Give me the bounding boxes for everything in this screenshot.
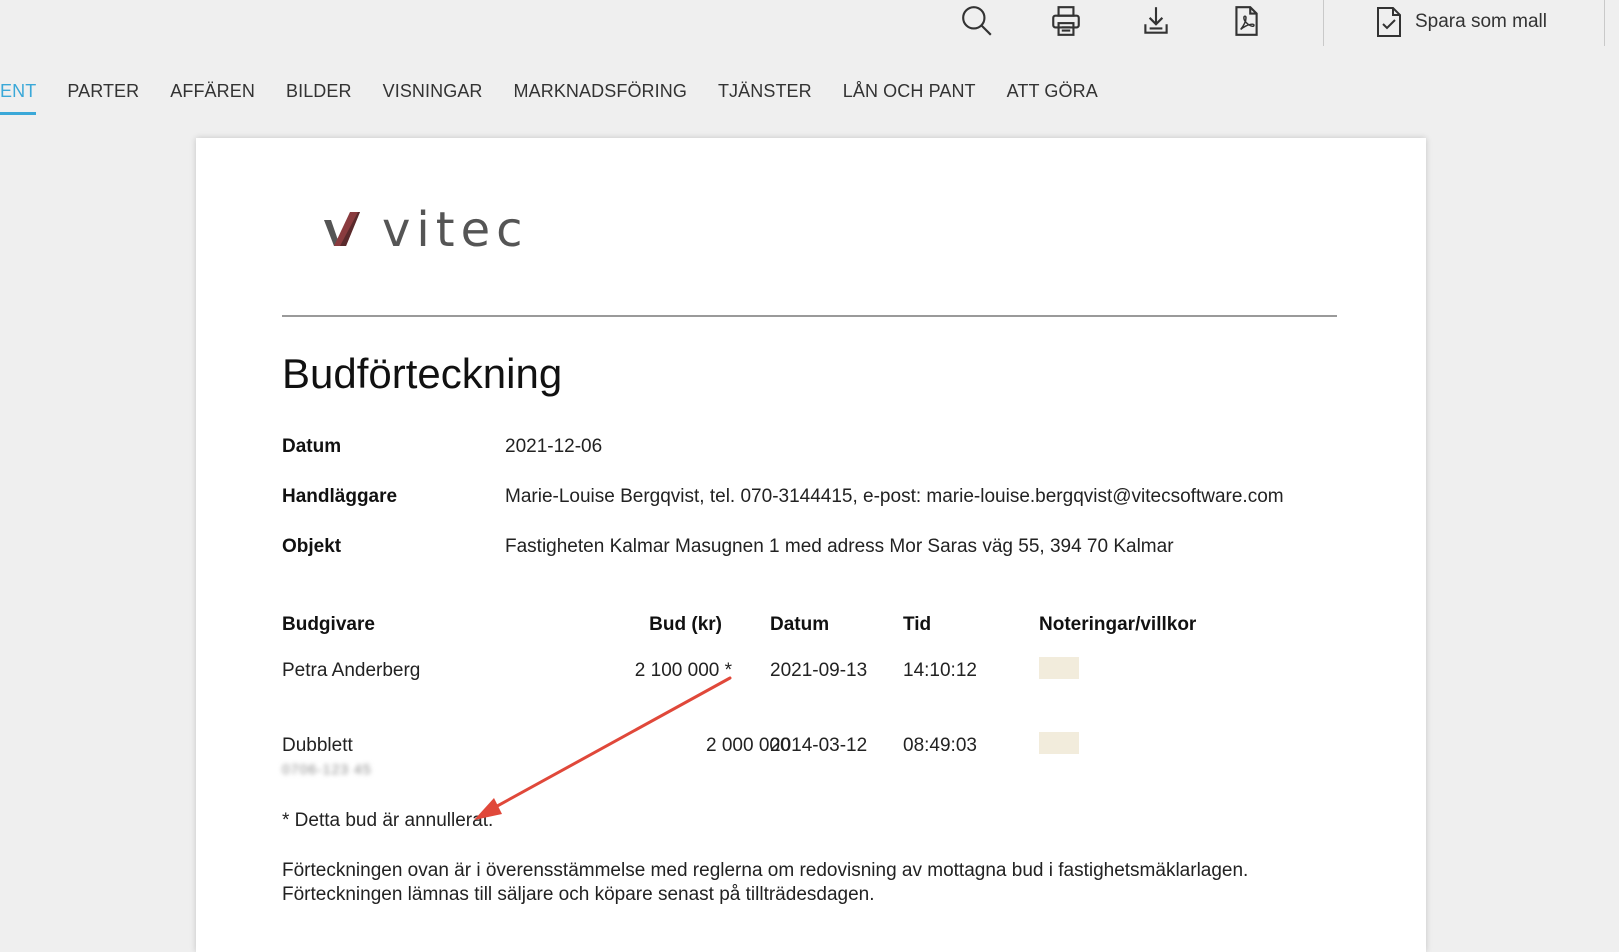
vitec-logo: vitec xyxy=(320,206,528,254)
tab-affaren[interactable]: AFFÄREN xyxy=(170,74,255,112)
bidder-name: Dubblett xyxy=(282,735,353,756)
bid-table: Budgivare Bud (kr) Datum Tid Noteringar/… xyxy=(282,614,1342,810)
bid-amount: 2 100 000 * xyxy=(634,660,732,681)
download-icon[interactable] xyxy=(1136,2,1176,40)
notes-field xyxy=(1039,657,1079,679)
footer-line-1: Förteckningen ovan är i överensstämmelse… xyxy=(282,860,1249,881)
pdf-icon[interactable] xyxy=(1226,2,1266,40)
document-page: vitec Budförteckning Datum 2021-12-06 Ha… xyxy=(196,138,1426,952)
bidder-phone-blurred: 0706-123 45 xyxy=(282,761,372,777)
bid-time: 14:10:12 xyxy=(903,660,977,681)
vitec-logo-mark-icon xyxy=(320,208,364,253)
header-bidder: Budgivare xyxy=(282,614,375,635)
bid-date: 2021-09-13 xyxy=(770,660,868,681)
print-icon[interactable] xyxy=(1046,2,1086,40)
tab-document[interactable]: ENT xyxy=(0,74,37,115)
table-row: Dubblett 0706-123 45 2 000 000 2014-03-1… xyxy=(282,732,1342,810)
tab-bar: ENT PARTER AFFÄREN BILDER VISNINGAR MARK… xyxy=(0,74,1129,116)
header-time: Tid xyxy=(903,614,932,635)
tab-marknadsforing[interactable]: MARKNADSFÖRING xyxy=(514,74,687,112)
save-as-template-label: Spara som mall xyxy=(1415,11,1547,32)
toolbar-separator xyxy=(1604,0,1605,46)
document-title: Budförteckning xyxy=(282,350,563,397)
tab-bilder[interactable]: BILDER xyxy=(286,74,352,112)
header-amount: Bud (kr) xyxy=(649,614,722,635)
table-row: Petra Anderberg 2 100 000 * 2021-09-13 1… xyxy=(282,657,1342,735)
datum-value: 2021-12-06 xyxy=(505,436,603,457)
tab-lan-och-pant[interactable]: LÅN OCH PANT xyxy=(843,74,976,112)
cancelled-footnote: * Detta bud är annullerat. xyxy=(282,810,494,831)
toolbar: Spara som mall xyxy=(0,0,1619,46)
tab-parter[interactable]: PARTER xyxy=(67,74,139,112)
toolbar-separator xyxy=(1323,0,1324,46)
header-date: Datum xyxy=(770,614,830,635)
bidder-name: Petra Anderberg xyxy=(282,660,421,681)
document-check-icon xyxy=(1377,7,1401,37)
footer-line-2: Förteckningen lämnas till säljare och kö… xyxy=(282,884,875,905)
handlaggare-label: Handläggare xyxy=(282,486,398,507)
handlaggare-value: Marie-Louise Bergqvist, tel. 070-3144415… xyxy=(505,486,1284,507)
objekt-label: Objekt xyxy=(282,536,342,557)
bid-time: 08:49:03 xyxy=(903,735,977,756)
save-as-template-button[interactable]: Spara som mall xyxy=(1375,4,1547,40)
tab-tjanster[interactable]: TJÄNSTER xyxy=(718,74,812,112)
datum-label: Datum xyxy=(282,436,342,457)
objekt-value: Fastigheten Kalmar Masugnen 1 med adress… xyxy=(505,536,1174,557)
notes-field xyxy=(1039,732,1079,754)
header-divider xyxy=(282,315,1337,317)
tab-att-gora[interactable]: ATT GÖRA xyxy=(1007,74,1098,112)
bid-table-header: Budgivare Bud (kr) Datum Tid Noteringar/… xyxy=(282,614,1342,660)
tab-visningar[interactable]: VISNINGAR xyxy=(383,74,483,112)
vitec-logo-text: vitec xyxy=(382,202,529,258)
header-notes: Noteringar/villkor xyxy=(1039,614,1197,635)
bid-date: 2014-03-12 xyxy=(770,735,868,756)
search-icon[interactable] xyxy=(957,2,997,40)
footer-text: Förteckningen ovan är i överensstämmelse… xyxy=(282,859,1382,907)
